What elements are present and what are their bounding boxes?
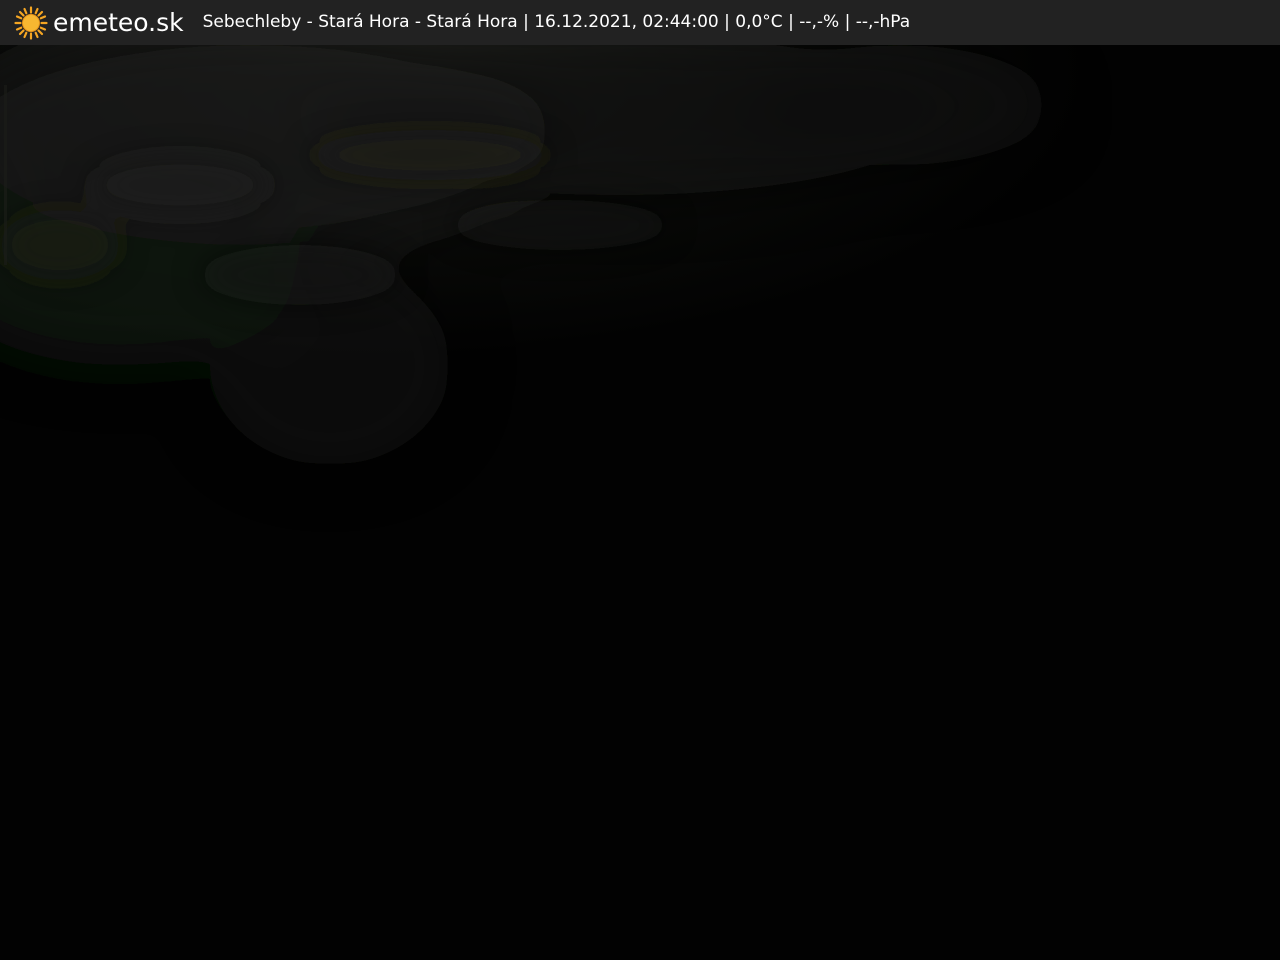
brand-name: emeteo.sk	[53, 8, 184, 37]
webcam-frame: emeteo.sk Sebechleby - Stará Hora - Star…	[0, 0, 1280, 960]
weather-status-caption: Sebechleby - Stará Hora - Stará Hora | 1…	[202, 12, 911, 32]
info-bar: emeteo.sk Sebechleby - Stará Hora - Star…	[0, 0, 1280, 45]
sun-icon	[14, 5, 48, 40]
night-scene	[0, 45, 1280, 960]
brand-logo[interactable]: emeteo.sk	[14, 0, 184, 45]
